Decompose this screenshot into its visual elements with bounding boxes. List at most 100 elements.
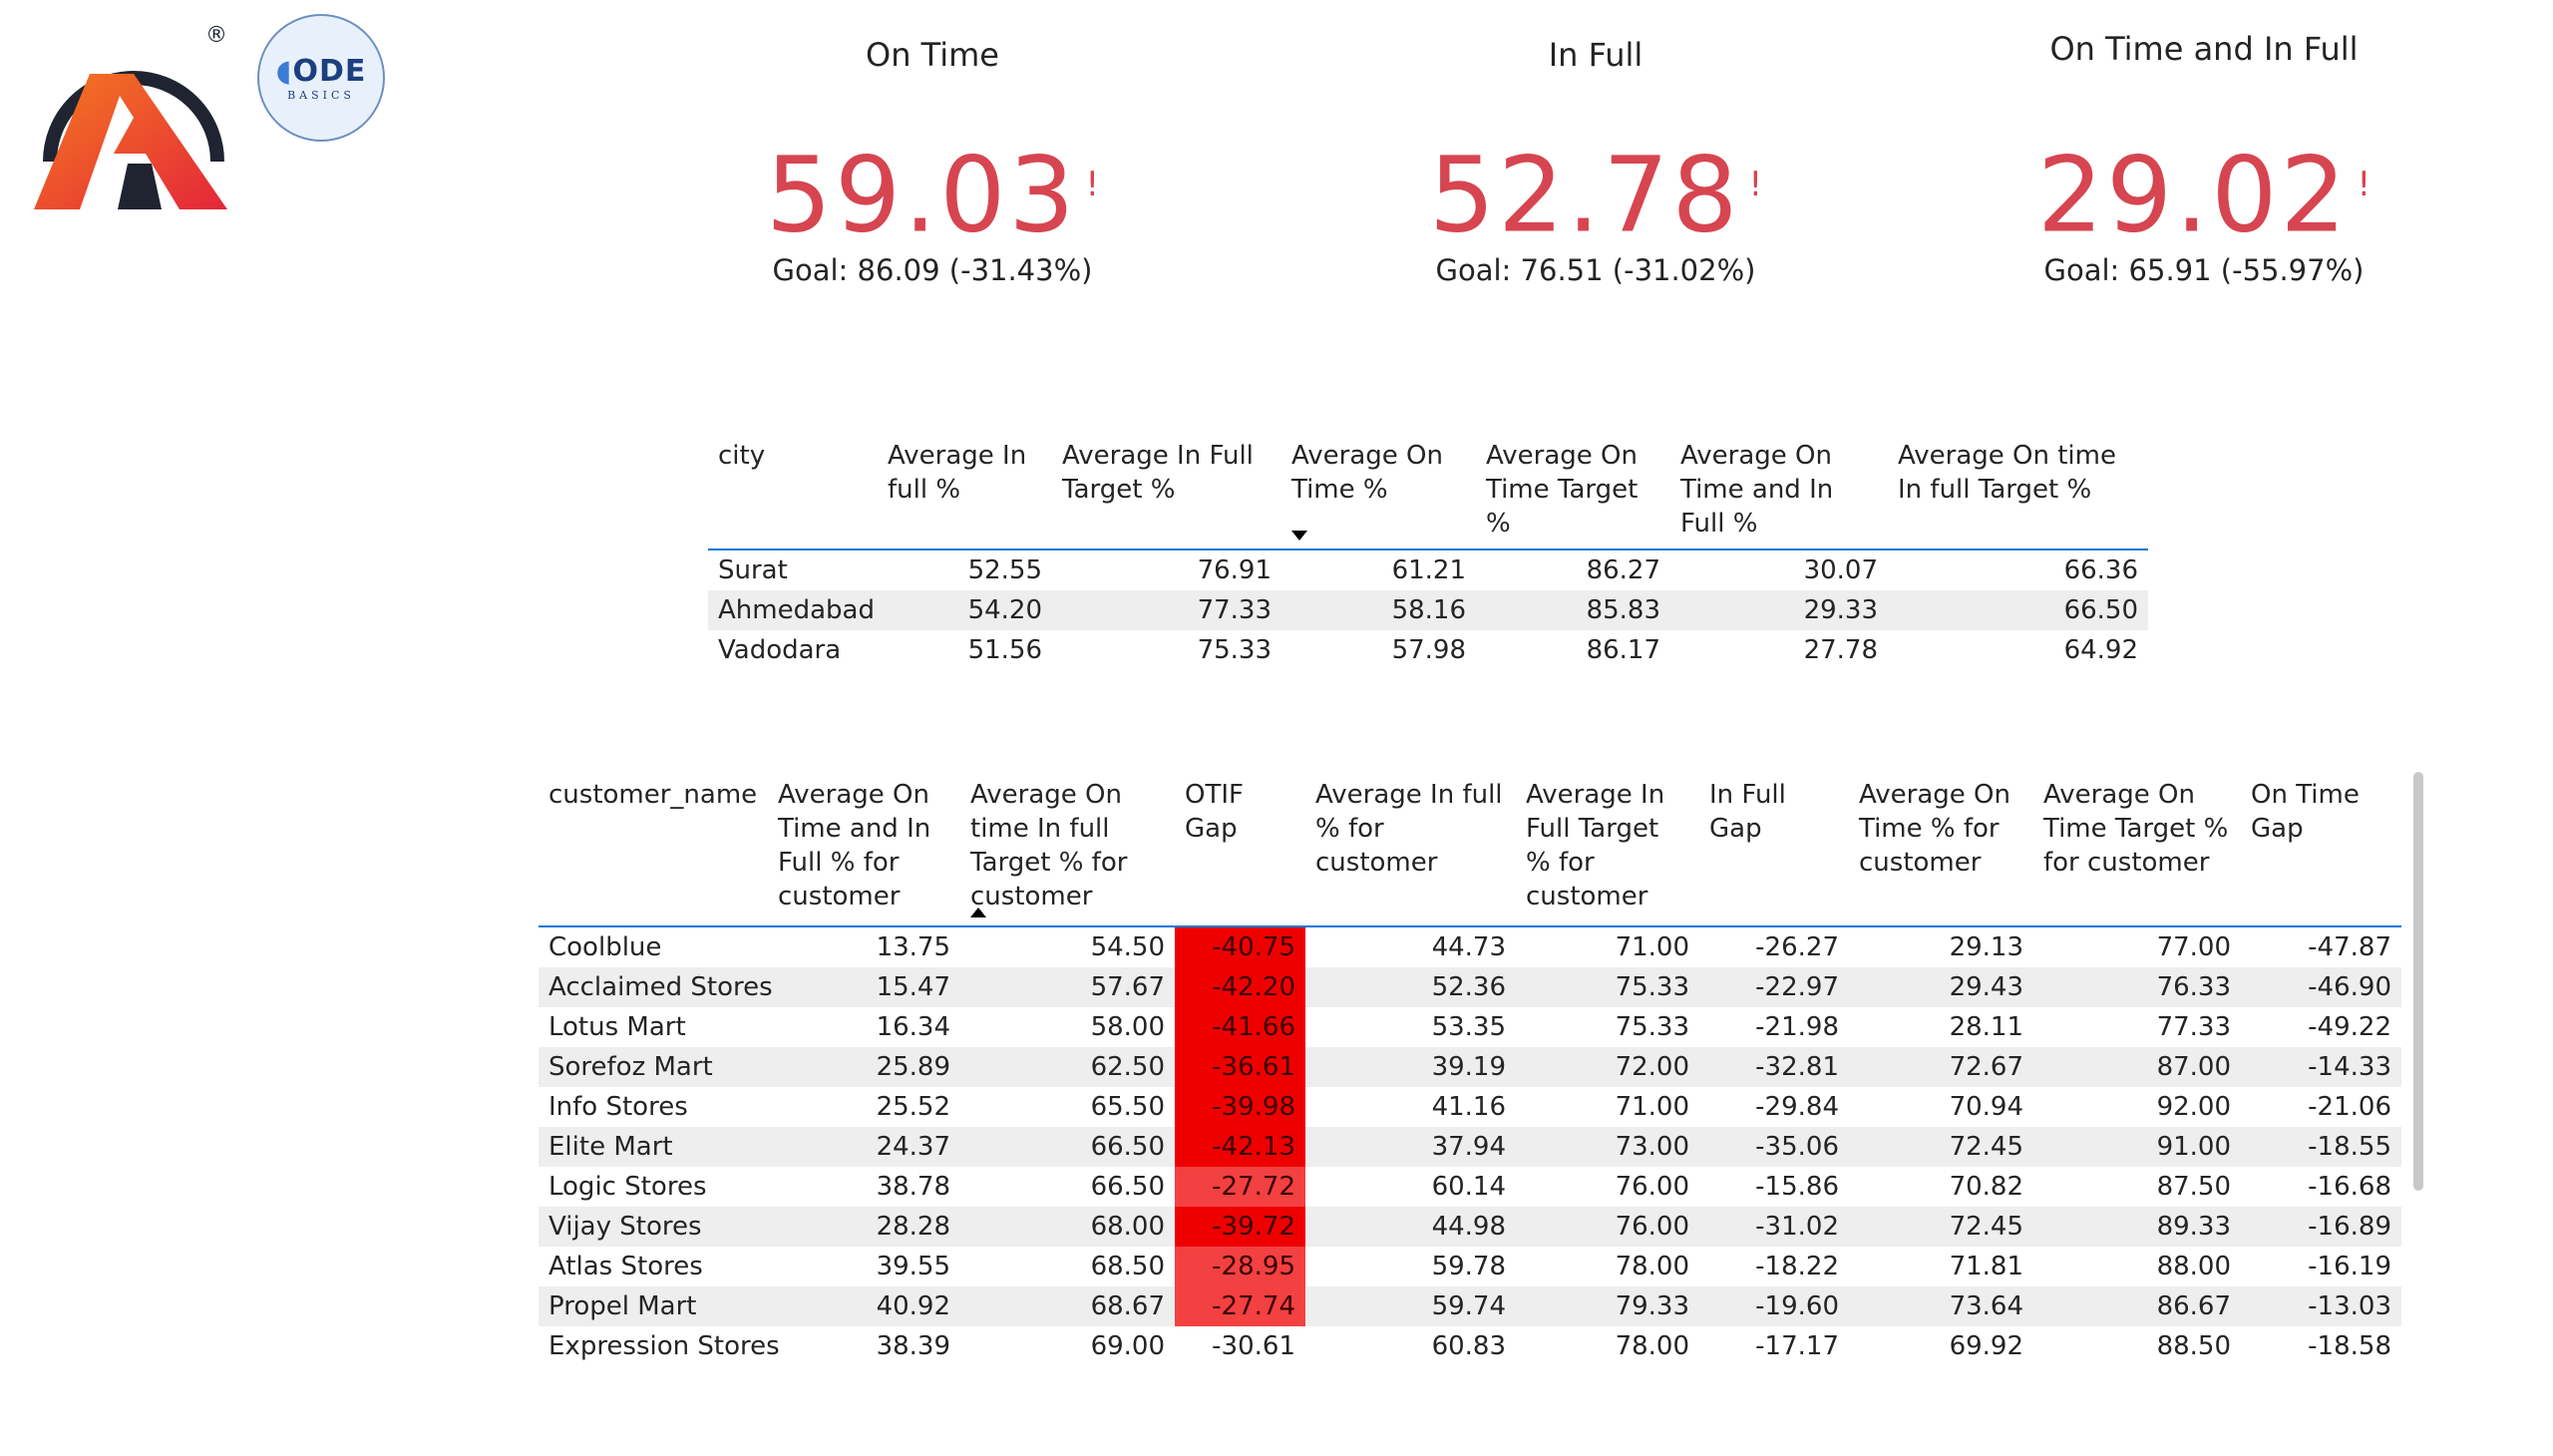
value-cell: 68.50 (1090, 1252, 1165, 1281)
table-row[interactable]: Lotus Mart 16.34 58.00 -41.66 53.35 75.33 -21.… (539, 1007, 2401, 1047)
kpi-on-time: On Time 59.03! Goal: 86.09 (-31.43%) (673, 30, 1192, 287)
customer-name-cell: Info Stores (548, 1092, 688, 1122)
kpi-value: 52.78 (1428, 134, 1741, 256)
table-row[interactable]: Ahmedabad 54.20 77.33 58.16 85.83 29.33 66.50 (708, 590, 2148, 630)
value-cell: -16.89 (2241, 1207, 2401, 1247)
value-cell: -29.84 (1755, 1092, 1839, 1122)
value-cell: 29.33 (1670, 590, 1888, 630)
value-cell: 69.92 (1949, 1331, 2023, 1361)
table-row[interactable]: Surat 52.55 76.91 61.21 86.27 30.07 66.36 (708, 549, 2148, 590)
value-cell: 52.36 (1305, 967, 1516, 1007)
header-label: Average On Time % (1291, 441, 1443, 505)
value-cell: 28.28 (768, 1207, 960, 1247)
header-label: Average In Full Target % (1062, 441, 1254, 505)
table-row[interactable]: Info Stores 25.52 65.50 -39.98 41.16 71.00 -29… (539, 1087, 2401, 1127)
customer-header-1[interactable]: Average On Time and In Full % for custom… (768, 772, 960, 927)
otif-gap-cell: -27.72 (1175, 1167, 1305, 1207)
value-cell: 40.92 (768, 1286, 960, 1326)
city-header-4[interactable]: Average On Time Target % (1476, 433, 1670, 550)
customer-header-4[interactable]: Average In full % for customer (1305, 772, 1516, 927)
registered-mark: ® (205, 23, 227, 48)
value-cell: 60.83 (1431, 1331, 1506, 1361)
customer-header-7[interactable]: Average On Time % for customer (1849, 772, 2033, 927)
value-cell: 51.56 (967, 635, 1042, 665)
kpi-otif: On Time and In Full 29.02! Goal: 65.91 (… (1945, 24, 2463, 287)
table-row[interactable]: Vadodara 51.56 75.33 57.98 86.17 27.78 64.92 (708, 630, 2148, 670)
customer-name-cell: Lotus Mart (548, 1012, 686, 1042)
customer-header-9[interactable]: On Time Gap (2241, 772, 2401, 927)
value-cell: -18.55 (2241, 1127, 2401, 1167)
value-cell: 41.16 (1431, 1092, 1506, 1122)
customer-header-2[interactable]: Average On time In full Target % for cus… (960, 772, 1175, 927)
otif-gap-cell: -27.74 (1175, 1286, 1305, 1326)
header-label: OTIF Gap (1185, 780, 1244, 844)
header-label: Average On time In full Target % for cus… (970, 780, 1128, 911)
table-row[interactable]: Propel Mart 40.92 68.67 -27.74 59.74 79.33 -19… (539, 1286, 2401, 1326)
value-cell: 29.43 (1849, 967, 2033, 1007)
value-cell: 75.33 (1615, 1012, 1689, 1042)
value-cell: 39.19 (1305, 1047, 1516, 1087)
header-label: city (718, 441, 766, 471)
table-row[interactable]: Sorefoz Mart 25.89 62.50 -36.61 39.19 72.00 -3… (539, 1047, 2401, 1087)
value-cell: -16.68 (2308, 1172, 2391, 1202)
value-cell: 73.00 (1516, 1127, 1699, 1167)
table-row[interactable]: Vijay Stores 28.28 68.00 -39.72 44.98 76.00 -3… (539, 1207, 2401, 1247)
codebasics-sub: BASICS (287, 89, 355, 102)
customer-header-8[interactable]: Average On Time Target % for customer (2033, 772, 2241, 927)
city-header-1[interactable]: Average In full % (878, 433, 1052, 550)
table-row[interactable]: Elite Mart 24.37 66.50 -42.13 37.94 73.00 -35.… (539, 1127, 2401, 1167)
header-label: Average In full % for customer (1315, 780, 1503, 878)
table-row[interactable]: Logic Stores 38.78 66.50 -27.72 60.14 76.00 -1… (539, 1167, 2401, 1207)
table-row[interactable]: Coolblue 13.75 54.50 -40.75 44.73 71.00 -26.27… (539, 926, 2401, 967)
value-cell: -16.19 (2308, 1252, 2391, 1281)
value-cell: -19.60 (1699, 1286, 1849, 1326)
city-cell: Vadodara (718, 635, 842, 665)
value-cell: 16.34 (876, 1012, 950, 1042)
city-header-0[interactable]: city (708, 433, 878, 550)
customer-header-3[interactable]: OTIF Gap (1175, 772, 1305, 927)
city-header-6[interactable]: Average On time In full Target % (1888, 433, 2148, 550)
otif-gap-cell: -39.98 (1175, 1087, 1305, 1127)
table-row[interactable]: Atlas Stores 39.55 68.50 -28.95 59.78 78.00 -1… (539, 1247, 2401, 1286)
otif-gap-cell: -42.13 (1175, 1127, 1305, 1167)
sort-ascending-icon[interactable] (970, 908, 986, 917)
vertical-scrollbar[interactable] (2413, 772, 2423, 1191)
value-cell: 86.17 (1586, 635, 1660, 665)
otif-gap-cell: -41.66 (1175, 1007, 1305, 1047)
customer-name-cell: Elite Mart (539, 1127, 768, 1167)
value-cell: -46.90 (2241, 967, 2401, 1007)
value-cell: 54.20 (878, 590, 1052, 630)
otif-gap-cell: -42.20 (1175, 967, 1305, 1007)
header-label: Average On Time and In Full % for custom… (778, 780, 931, 911)
sort-descending-icon[interactable] (1291, 531, 1307, 541)
table-row[interactable]: Expression Stores 38.39 69.00 -30.61 60.83 78… (539, 1326, 2401, 1366)
c-mark-icon: ◖ (275, 54, 293, 89)
value-cell: 87.00 (2033, 1047, 2241, 1087)
value-cell: 69.00 (1090, 1331, 1165, 1361)
customer-name-cell: Expression Stores (548, 1331, 780, 1361)
kpi-goal: Goal: 86.09 (-31.43%) (772, 253, 1093, 287)
header-label: On Time Gap (2251, 780, 2360, 844)
value-cell: 54.50 (1090, 932, 1165, 962)
value-cell: 58.00 (1090, 1012, 1165, 1042)
customer-header-5[interactable]: Average In Full Target % for customer (1516, 772, 1699, 927)
value-cell: 68.67 (960, 1286, 1175, 1326)
city-header-5[interactable]: Average On Time and In Full % (1670, 433, 1888, 550)
header-label: Average In Full Target % for customer (1526, 780, 1665, 911)
value-cell: 85.83 (1476, 590, 1670, 630)
customer-name-cell: Acclaimed Stores (539, 967, 773, 1007)
customer-header-6[interactable]: In Full Gap (1699, 772, 1849, 927)
header-label: Average In full % (888, 441, 1027, 505)
value-cell: 88.50 (2156, 1331, 2231, 1361)
value-cell: 28.11 (1949, 1012, 2023, 1042)
table-row[interactable]: Acclaimed Stores 15.47 57.67 -42.20 52.36 75.… (539, 967, 2401, 1007)
value-cell: 38.39 (876, 1331, 950, 1361)
value-cell: 72.67 (1849, 1047, 2033, 1087)
value-cell: 60.14 (1431, 1172, 1506, 1202)
city-header-2[interactable]: Average In Full Target % (1052, 433, 1281, 550)
value-cell: -13.03 (2241, 1286, 2401, 1326)
city-header-3[interactable]: Average On Time % (1281, 433, 1476, 550)
value-cell: 57.98 (1391, 635, 1466, 665)
value-cell: 89.33 (2033, 1207, 2241, 1247)
customer-header-0[interactable]: customer_name (539, 772, 768, 927)
